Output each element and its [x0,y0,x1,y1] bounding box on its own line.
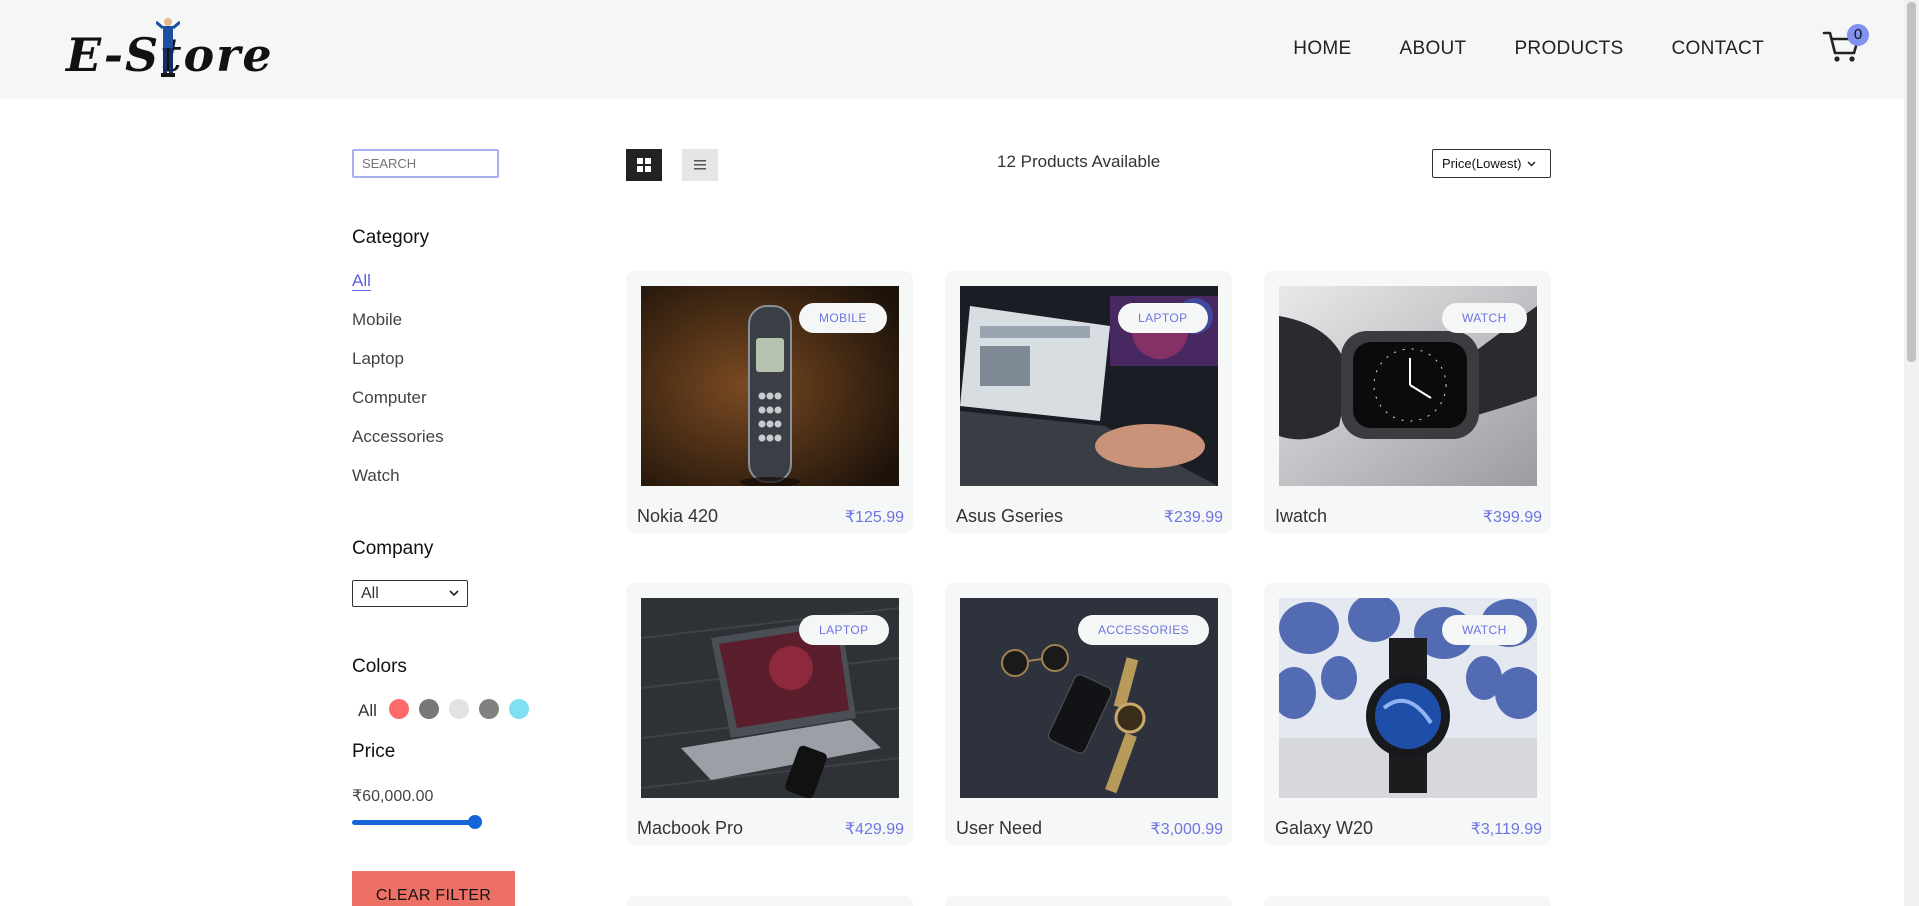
product-name: Asus Gseries [956,506,1064,526]
product-card[interactable]: MOBILE Nokia 420 ₹125.99 [626,271,913,533]
company-select[interactable]: All [352,580,468,607]
product-name: Nokia 420 [637,506,719,526]
product-card[interactable]: ACCESSORIES User Need ₹3,000.99 [945,583,1232,845]
category-title: Category [352,227,430,248]
color-swatch-gray[interactable] [478,699,499,719]
company-select-value: All [361,584,379,602]
colors-title: Colors [352,656,407,677]
product-category-tag: WATCH [1442,303,1527,333]
product-price: ₹429.99 [844,821,904,838]
price-slider-track [352,820,476,825]
color-filter: All [358,697,529,721]
chevron-down-icon [449,590,459,597]
product-card-partial[interactable] [945,896,1232,906]
category-watch[interactable]: Watch [352,463,444,502]
search-input[interactable] [352,149,499,178]
product-category-tag: LAPTOP [1118,303,1208,333]
product-category-tag: LAPTOP [799,615,889,645]
price-title: Price [352,741,396,762]
page-scrollbar[interactable] [1904,0,1919,906]
sort-select-value: Price(Lowest) [1442,156,1522,171]
category-laptop[interactable]: Laptop [352,346,444,385]
product-price: ₹239.99 [1163,509,1223,526]
list-icon [694,160,706,170]
nav-about[interactable]: ABOUT [1400,38,1467,60]
product-price: ₹125.99 [844,509,904,526]
product-card-partial[interactable] [1264,896,1551,906]
color-swatch-cyan[interactable] [508,699,529,719]
main-nav: HOME ABOUT PRODUCTS CONTACT [1293,38,1764,60]
product-card[interactable]: WATCH Galaxy W20 ₹3,119.99 [1264,583,1551,845]
category-mobile[interactable]: Mobile [352,307,444,346]
category-all[interactable]: All [352,268,444,307]
grid-view-button[interactable] [626,149,662,181]
logo-person-figure [156,18,180,77]
color-swatch-light-gray[interactable] [448,699,469,719]
price-slider-thumb[interactable] [468,815,482,829]
price-slider[interactable] [352,815,482,829]
product-card[interactable]: LAPTOP Macbook Pro ₹429.99 [626,583,913,845]
product-category-tag: WATCH [1442,615,1527,645]
cart-button[interactable]: 0 [1821,24,1871,66]
site-header: E-Store HOME ABOUT PRODUCTS CONTACT 0 [0,0,1904,99]
scrollbar-thumb[interactable] [1907,2,1916,362]
category-accessories[interactable]: Accessories [352,424,444,463]
sort-select[interactable]: Price(Lowest) [1432,149,1551,178]
product-price: ₹3,000.99 [1150,821,1223,838]
product-price: ₹399.99 [1482,509,1542,526]
color-swatch-dark-gray[interactable] [418,699,439,719]
cart-count-badge: 0 [1847,24,1869,46]
site-logo[interactable]: E-Store [66,14,272,86]
list-view-button[interactable] [682,149,718,181]
product-name: User Need [956,818,1043,838]
grid-icon [637,158,651,172]
color-all-option[interactable]: All [358,701,377,721]
product-price: ₹3,119.99 [1470,821,1542,838]
nav-contact[interactable]: CONTACT [1671,38,1764,60]
product-name: Iwatch [1275,506,1328,526]
product-name: Galaxy W20 [1275,818,1374,838]
product-category-tag: MOBILE [799,303,887,333]
chevron-down-icon [1527,160,1536,167]
price-value: ₹60,000.00 [352,788,434,805]
company-title: Company [352,538,434,559]
nav-home[interactable]: HOME [1293,38,1351,60]
clear-filter-button[interactable]: CLEAR FILTER [352,871,515,906]
nav-products[interactable]: PRODUCTS [1514,38,1623,60]
products-count: 12 Products Available [997,152,1161,171]
product-card[interactable]: LAPTOP Asus Gseries ₹239.99 [945,271,1232,533]
product-name: Macbook Pro [637,818,744,838]
product-card[interactable]: WATCH Iwatch ₹399.99 [1264,271,1551,533]
product-category-tag: ACCESSORIES [1078,615,1210,645]
category-computer[interactable]: Computer [352,385,444,424]
color-swatch-red[interactable] [388,699,409,719]
product-card-partial[interactable] [626,896,913,906]
category-list: All Mobile Laptop Computer Accessories W… [352,268,444,502]
